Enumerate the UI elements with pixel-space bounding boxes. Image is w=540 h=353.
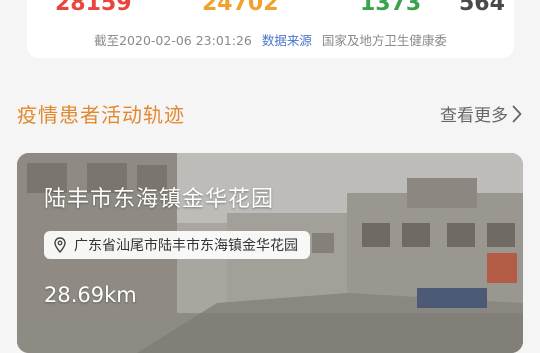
see-more-label: 查看更多 [440,106,508,126]
cured-count: 1373 [360,0,422,16]
stats-row: 28159 24702 1373 564 [27,0,514,16]
dead-count: 564 [459,0,505,16]
as-of-line: 截至2020-02-06 23:01:26 数据来源 国家及地方卫生健康委 [27,30,514,49]
confirmed-count: 28159 [55,0,132,16]
place-title: 陆丰市东海镇金华花园 [44,187,275,212]
suspected-count: 24702 [202,0,279,16]
location-pin-icon [54,237,66,253]
see-more-button[interactable]: 查看更多 [440,101,522,126]
distance-value: 28.69km [44,283,137,307]
address-pill: 广东省汕尾市陆丰市东海镇金华花园 [44,231,310,259]
data-source-link[interactable]: 数据来源 [262,33,312,48]
track-card[interactable]: 陆丰市东海镇金华花园 广东省汕尾市陆丰市东海镇金华花园 28.69km [17,153,523,353]
chevron-right-icon [512,105,522,122]
data-source-name: 国家及地方卫生健康委 [321,33,447,48]
as-of-timestamp: 截至2020-02-06 23:01:26 [94,33,252,48]
section-title: 疫情患者活动轨迹 [17,103,185,127]
address-text: 广东省汕尾市陆丰市东海镇金华花园 [74,238,298,254]
stats-card: 28159 24702 1373 564 截至2020-02-06 23:01:… [27,0,514,58]
